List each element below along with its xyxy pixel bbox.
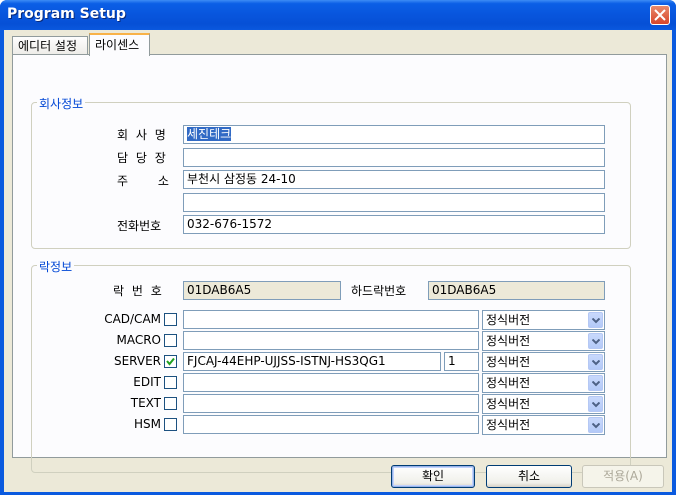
license-edition-value: 정식버전 (486, 355, 531, 369)
phone-label: 전화번호 (117, 219, 162, 233)
license-checkbox[interactable] (164, 418, 177, 431)
license-checkbox[interactable] (164, 376, 177, 389)
combo-dropdown-button[interactable] (588, 312, 603, 328)
license-key-input[interactable]: FJCAJ-44EHP-UJJSS-ISTNJ-HS3QG1 (183, 352, 441, 371)
hw-lock-label: 하드락번호 (351, 284, 407, 298)
license-name-label: HSM (134, 417, 161, 431)
license-tab-panel: 회사정보 회 사 명 세진테크 담 당 장 주 소 부천시 삼정동 24-10 … (12, 54, 667, 473)
license-edition-select[interactable]: 정식버전 (482, 394, 605, 414)
checkmark-icon (166, 357, 175, 366)
license-edition-value: 정식버전 (486, 397, 531, 411)
license-name-label: EDIT (133, 375, 161, 389)
license-name-label: TEXT (130, 396, 161, 410)
license-checkbox[interactable] (164, 355, 177, 368)
chevron-down-icon (592, 360, 600, 366)
hw-lock-field: 01DAB6A5 (428, 281, 605, 300)
license-edition-value: 정식버전 (486, 334, 531, 348)
license-name-label: SERVER (113, 354, 161, 368)
tab-label: 에디터 설정 (18, 39, 78, 53)
license-edition-value: 정식버전 (486, 376, 531, 390)
chevron-down-icon (592, 423, 600, 429)
company-name-value: 세진테크 (187, 127, 232, 141)
tab-label: 라이센스 (95, 38, 140, 52)
cancel-button[interactable]: 취소 (486, 465, 572, 488)
license-edition-value: 정식버전 (486, 418, 531, 432)
license-name-label: MACRO (116, 333, 161, 347)
tab-editor-settings[interactable]: 에디터 설정 (12, 36, 88, 56)
combo-dropdown-button[interactable] (588, 375, 603, 391)
chevron-down-icon (592, 318, 600, 324)
chevron-down-icon (592, 381, 600, 387)
close-icon (654, 9, 666, 21)
address-input[interactable]: 부천시 삼정동 24-10 (183, 170, 605, 189)
license-key-input[interactable] (183, 331, 479, 350)
license-key-input[interactable] (183, 373, 479, 392)
license-edition-select[interactable]: 정식버전 (482, 352, 605, 372)
company-name-input[interactable]: 세진테크 (183, 125, 605, 144)
combo-dropdown-button[interactable] (588, 333, 603, 349)
combo-dropdown-button[interactable] (588, 396, 603, 412)
manager-label: 담 당 장 (117, 151, 168, 165)
license-count-input[interactable]: 1 (444, 352, 479, 371)
license-checkbox[interactable] (164, 397, 177, 410)
window-title: Program Setup (7, 6, 126, 22)
phone-input[interactable]: 032-676-1572 (183, 215, 605, 234)
company-name-label: 회 사 명 (117, 128, 168, 142)
combo-dropdown-button[interactable] (588, 417, 603, 433)
license-key-input[interactable] (183, 394, 479, 413)
chevron-down-icon (592, 402, 600, 408)
tab-license[interactable]: 라이센스 (89, 33, 150, 56)
title-bar[interactable]: Program Setup (0, 0, 676, 30)
chevron-down-icon (592, 339, 600, 345)
company-group-label: 회사정보 (37, 95, 86, 112)
license-key-input[interactable] (183, 310, 479, 329)
lock-number-label: 락 번 호 (113, 284, 164, 298)
close-button[interactable] (650, 5, 670, 25)
license-edition-select[interactable]: 정식버전 (482, 373, 605, 393)
lock-number-field: 01DAB6A5 (183, 281, 341, 300)
program-setup-window: Program Setup 에디터 설정 회사정보 회 사 명 세진테크 담 당… (0, 0, 676, 495)
license-edition-select[interactable]: 정식버전 (482, 415, 605, 435)
manager-input[interactable] (183, 148, 605, 167)
license-edition-value: 정식버전 (486, 313, 531, 327)
ok-button[interactable]: 확인 (391, 465, 475, 488)
license-checkbox[interactable] (164, 313, 177, 326)
license-key-input[interactable] (183, 415, 479, 434)
lock-group-label: 락정보 (37, 258, 75, 275)
dialog-client: 에디터 설정 회사정보 회 사 명 세진테크 담 당 장 주 소 부천시 삼정동… (4, 30, 672, 492)
license-edition-select[interactable]: 정식버전 (482, 331, 605, 351)
combo-dropdown-button[interactable] (588, 354, 603, 370)
license-name-label: CAD/CAM (104, 312, 161, 326)
apply-button[interactable]: 적용(A) (582, 465, 664, 488)
address-label: 주 소 (117, 174, 169, 188)
license-edition-select[interactable]: 정식버전 (482, 310, 605, 330)
address2-input[interactable] (183, 193, 605, 212)
license-checkbox[interactable] (164, 334, 177, 347)
